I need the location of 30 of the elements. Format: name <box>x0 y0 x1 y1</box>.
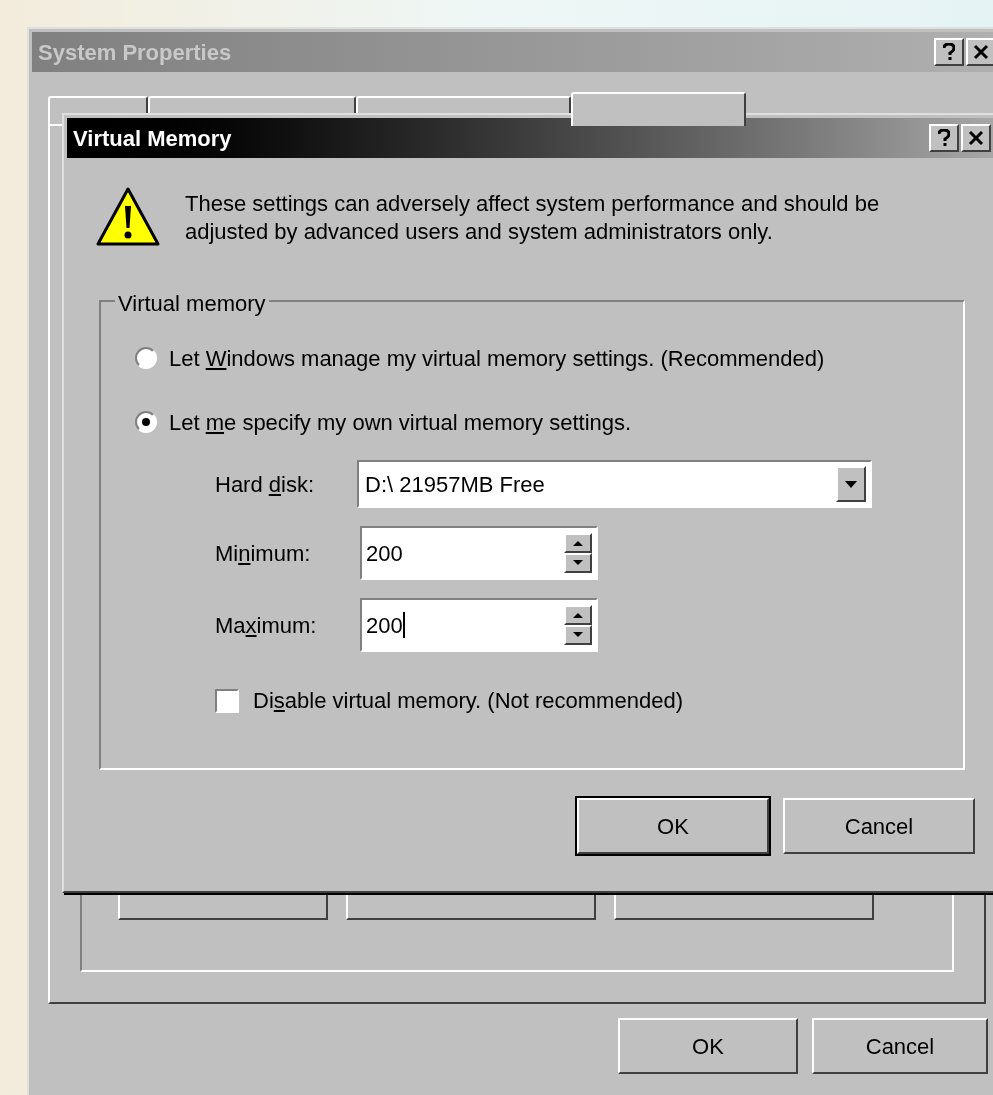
cancel-button[interactable]: Cancel <box>812 1018 988 1074</box>
checkbox-label: Disable virtual memory. (Not recommended) <box>253 687 683 715</box>
close-button[interactable] <box>961 124 991 152</box>
window-title: Virtual Memory <box>73 124 233 153</box>
window-title: System Properties <box>38 38 233 67</box>
ok-button[interactable]: OK <box>618 1018 798 1074</box>
ok-button[interactable]: OK <box>577 798 769 854</box>
field-label: Maximum: <box>215 611 318 640</box>
cancel-button[interactable]: Cancel <box>783 798 975 854</box>
question-mark-icon <box>943 43 955 61</box>
help-button[interactable] <box>934 38 964 66</box>
option-label: Let Windows manage my virtual memory settings. (Recommended) <box>169 344 825 373</box>
spin-buttons[interactable] <box>564 533 592 573</box>
radio-button[interactable] <box>135 347 157 369</box>
maximum-field[interactable]: 200 <box>360 598 598 652</box>
radio-button[interactable] <box>135 411 157 433</box>
close-icon <box>968 130 984 146</box>
hard-disk-dropdown[interactable]: D:\ 21957MB Free <box>357 460 872 508</box>
field-label: Minimum: <box>215 539 312 568</box>
close-icon <box>973 44 989 60</box>
field-label: Hard disk: <box>215 470 316 499</box>
warning-text: These settings can adversely affect system performance and should be adjusted by advanced users and system administrators only. <box>185 190 881 246</box>
close-button[interactable] <box>966 38 993 66</box>
help-button[interactable] <box>929 124 959 152</box>
spin-buttons[interactable] <box>564 605 592 645</box>
option-label: Let me specify my own virtual memory settings. <box>169 408 632 437</box>
checkbox[interactable] <box>215 688 239 713</box>
question-mark-icon <box>938 129 950 147</box>
warning-icon <box>95 186 161 248</box>
minimum-field[interactable]: 200 <box>360 526 598 580</box>
